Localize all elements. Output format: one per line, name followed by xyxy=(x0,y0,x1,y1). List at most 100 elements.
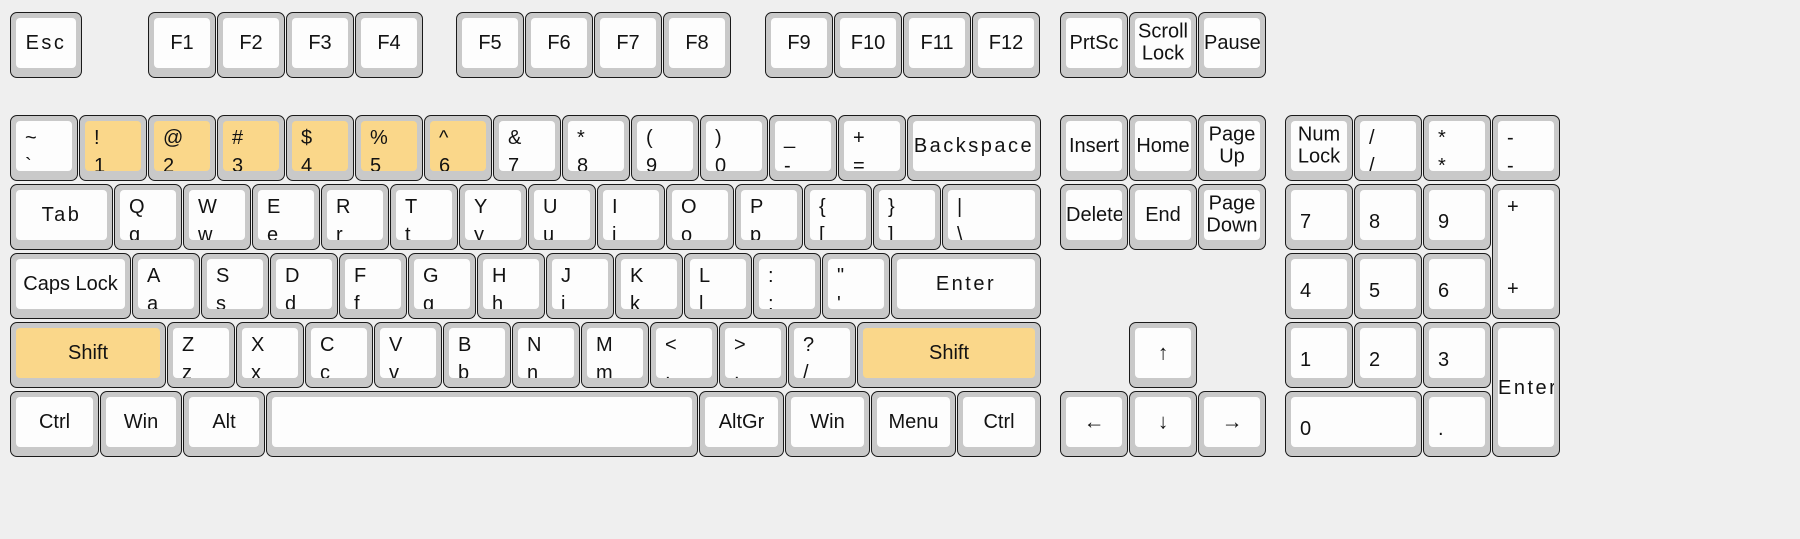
key-i[interactable]: Ii xyxy=(597,184,665,250)
key-altleft[interactable]: Alt xyxy=(183,391,265,457)
key-y[interactable]: Yy xyxy=(459,184,527,250)
key-period[interactable]: >. xyxy=(719,322,787,388)
key-pagedown[interactable]: Page Down xyxy=(1198,184,1266,250)
key-numpad8[interactable]: 8 xyxy=(1354,184,1422,250)
key-printscreen[interactable]: PrtSc xyxy=(1060,12,1128,78)
key-w[interactable]: Ww xyxy=(183,184,251,250)
key-numlock[interactable]: Num Lock xyxy=(1285,115,1353,181)
key-4[interactable]: $4 xyxy=(286,115,354,181)
key-r[interactable]: Rr xyxy=(321,184,389,250)
key-f4[interactable]: F4 xyxy=(355,12,423,78)
key-tab[interactable]: Tab xyxy=(10,184,113,250)
key-f1[interactable]: F1 xyxy=(148,12,216,78)
key-metaleft[interactable]: Win xyxy=(100,391,182,457)
key-pageup[interactable]: Page Up xyxy=(1198,115,1266,181)
key-f7[interactable]: F7 xyxy=(594,12,662,78)
key-6[interactable]: ^ 6 xyxy=(424,115,492,181)
key-f2[interactable]: F2 xyxy=(217,12,285,78)
key-controlright[interactable]: Ctrl xyxy=(957,391,1041,457)
key-backquote[interactable]: ~ ` xyxy=(10,115,78,181)
key-insert[interactable]: Insert xyxy=(1060,115,1128,181)
key-8[interactable]: * 8 xyxy=(562,115,630,181)
key-numpad9[interactable]: 9 xyxy=(1423,184,1491,250)
key-numpad2[interactable]: 2 xyxy=(1354,322,1422,388)
key-numpad5[interactable]: 5 xyxy=(1354,253,1422,319)
key-f9[interactable]: F9 xyxy=(765,12,833,78)
key-metaright[interactable]: Win xyxy=(785,391,870,457)
key-comma[interactable]: <, xyxy=(650,322,718,388)
key-numpad0[interactable]: 0 xyxy=(1285,391,1422,457)
key-capslock[interactable]: Caps Lock xyxy=(10,253,131,319)
key-home[interactable]: Home xyxy=(1129,115,1197,181)
key-minus[interactable]: _ - xyxy=(769,115,837,181)
key-e[interactable]: Ee xyxy=(252,184,320,250)
key-numpadenter[interactable]: Enter xyxy=(1492,322,1560,457)
key-backslash[interactable]: | \ xyxy=(942,184,1041,250)
key-c[interactable]: Cc xyxy=(305,322,373,388)
key-f10[interactable]: F10 xyxy=(834,12,902,78)
key-p[interactable]: Pp xyxy=(735,184,803,250)
key-s[interactable]: Ss xyxy=(201,253,269,319)
key-altgr[interactable]: AltGr xyxy=(699,391,784,457)
key-1[interactable]: ! 1 xyxy=(79,115,147,181)
key-arrowright[interactable]: → xyxy=(1198,391,1266,457)
key-numpadadd[interactable]: + + xyxy=(1492,184,1560,319)
key-d[interactable]: Dd xyxy=(270,253,338,319)
key-shiftright[interactable]: Shift xyxy=(857,322,1041,388)
key-numpad6[interactable]: 6 xyxy=(1423,253,1491,319)
key-bracketleft[interactable]: {[ xyxy=(804,184,872,250)
key-f6[interactable]: F6 xyxy=(525,12,593,78)
key-f5[interactable]: F5 xyxy=(456,12,524,78)
key-q[interactable]: Qq xyxy=(114,184,182,250)
key-m[interactable]: Mm xyxy=(581,322,649,388)
key-v[interactable]: Vv xyxy=(374,322,442,388)
key-x[interactable]: Xx xyxy=(236,322,304,388)
key-numpad1[interactable]: 1 xyxy=(1285,322,1353,388)
key-end[interactable]: End xyxy=(1129,184,1197,250)
key-numpaddecimal[interactable]: . xyxy=(1423,391,1491,457)
key-a[interactable]: Aa xyxy=(132,253,200,319)
key-numpad4[interactable]: 4 xyxy=(1285,253,1353,319)
key-scrolllock[interactable]: Scroll Lock xyxy=(1129,12,1197,78)
key-7[interactable]: & 7 xyxy=(493,115,561,181)
key-enter[interactable]: Enter xyxy=(891,253,1041,319)
key-2[interactable]: @2 xyxy=(148,115,216,181)
key-g[interactable]: Gg xyxy=(408,253,476,319)
key-u[interactable]: Uu xyxy=(528,184,596,250)
key-h[interactable]: Hh xyxy=(477,253,545,319)
key-3[interactable]: #3 xyxy=(217,115,285,181)
key-t[interactable]: Tt xyxy=(390,184,458,250)
key-shiftleft[interactable]: Shift xyxy=(10,322,166,388)
key-arrowleft[interactable]: ← xyxy=(1060,391,1128,457)
key-f11[interactable]: F11 xyxy=(903,12,971,78)
key-numpaddivide[interactable]: / / xyxy=(1354,115,1422,181)
key-backspace[interactable]: Backspace xyxy=(907,115,1041,181)
key-arrowup[interactable]: ↑ xyxy=(1129,322,1197,388)
key-bracketright[interactable]: }] xyxy=(873,184,941,250)
key-numpad3[interactable]: 3 xyxy=(1423,322,1491,388)
key-numpadsubtract[interactable]: -- xyxy=(1492,115,1560,181)
key-space[interactable] xyxy=(266,391,698,457)
key-0[interactable]: ) 0 xyxy=(700,115,768,181)
key-slash[interactable]: ? / xyxy=(788,322,856,388)
key-z[interactable]: Zz xyxy=(167,322,235,388)
key-numpad7[interactable]: 7 xyxy=(1285,184,1353,250)
key-f8[interactable]: F8 xyxy=(663,12,731,78)
key-b[interactable]: Bb xyxy=(443,322,511,388)
key-quote[interactable]: " ' xyxy=(822,253,890,319)
key-f[interactable]: Ff xyxy=(339,253,407,319)
key-delete[interactable]: Delete xyxy=(1060,184,1128,250)
key-controlleft[interactable]: Ctrl xyxy=(10,391,99,457)
key-semicolon[interactable]: :; xyxy=(753,253,821,319)
key-escape[interactable]: Esc xyxy=(10,12,82,78)
key-j[interactable]: Jj xyxy=(546,253,614,319)
key-contextmenu[interactable]: Menu xyxy=(871,391,956,457)
key-f3[interactable]: F3 xyxy=(286,12,354,78)
key-n[interactable]: Nn xyxy=(512,322,580,388)
key-numpadmultiply[interactable]: * * xyxy=(1423,115,1491,181)
key-l[interactable]: Ll xyxy=(684,253,752,319)
key-pause[interactable]: Pause xyxy=(1198,12,1266,78)
key-f12[interactable]: F12 xyxy=(972,12,1040,78)
key-arrowdown[interactable]: ↓ xyxy=(1129,391,1197,457)
key-o[interactable]: Oo xyxy=(666,184,734,250)
